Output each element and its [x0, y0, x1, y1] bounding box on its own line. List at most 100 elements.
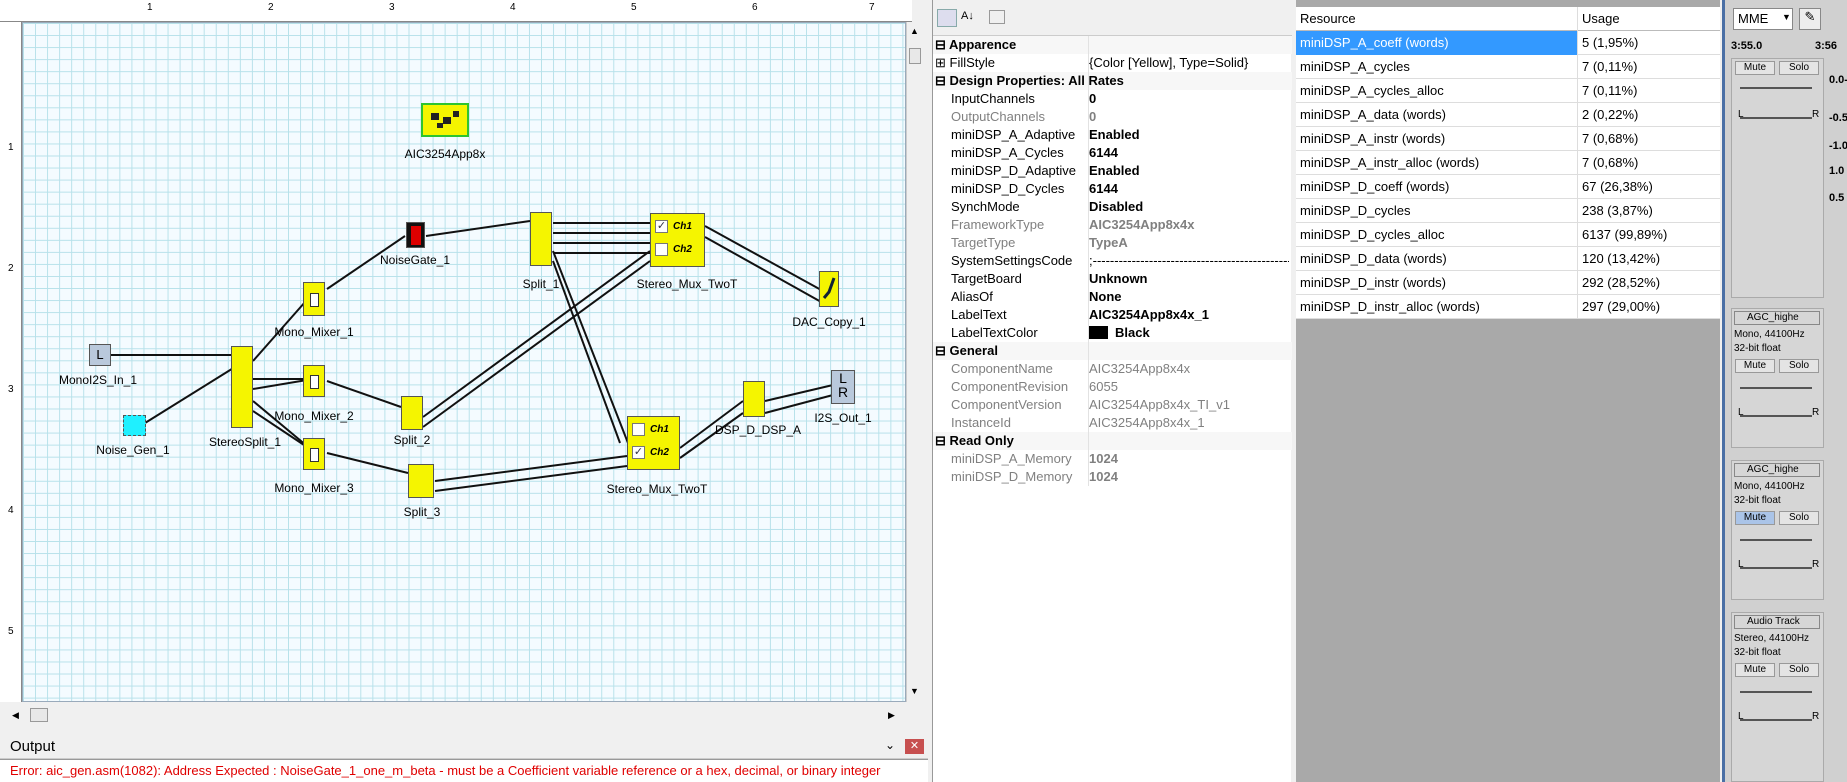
table-row[interactable]: miniDSP_D_cycles_alloc 6137 (99,89%) [1296, 223, 1720, 247]
scroll-right-icon[interactable]: ▶ [888, 710, 895, 721]
split2-component[interactable] [401, 396, 423, 430]
prop-synchmode[interactable]: SynchMode Disabled [933, 198, 1292, 216]
i2s-out-component[interactable]: L R [831, 370, 855, 404]
table-row[interactable]: miniDSP_A_cycles_alloc 7 (0,11%) [1296, 79, 1720, 103]
header-usage[interactable]: Usage [1578, 7, 1720, 31]
prop-a-cycles[interactable]: miniDSP_A_Cycles 6144 [933, 144, 1292, 162]
prop-aliasof[interactable]: AliasOf None [933, 288, 1292, 306]
mute-button[interactable]: Mute [1735, 511, 1775, 525]
stereo-mux-component[interactable]: ✓ Ch1 Ch2 [650, 213, 705, 267]
scroll-thumb[interactable] [909, 48, 921, 64]
table-row[interactable]: miniDSP_D_data (words) 120 (13,42%) [1296, 247, 1720, 271]
gain-slider[interactable] [1740, 691, 1812, 693]
table-row[interactable]: miniDSP_D_cycles 238 (3,87%) [1296, 199, 1720, 223]
table-row[interactable]: miniDSP_A_instr (words) 7 (0,68%) [1296, 127, 1720, 151]
prop-componentversion[interactable]: ComponentVersion AIC3254App8x4x_TI_v1 [933, 396, 1292, 414]
category-general[interactable]: ⊟ General [933, 342, 1292, 360]
stereo-mux2-component[interactable]: Ch1 ✓ Ch2 [627, 416, 680, 470]
mute-button[interactable]: Mute [1735, 663, 1775, 677]
prop-systemsettings[interactable]: SystemSettingsCode ;---------------------… [933, 252, 1292, 270]
prop-frameworktype[interactable]: FrameworkType AIC3254App8x4x [933, 216, 1292, 234]
mono-mixer3-component[interactable] [303, 438, 325, 470]
prop-fillstyle[interactable]: ⊞ FillStyle {Color [Yellow], Type=Solid} [933, 54, 1292, 72]
dsp-component[interactable] [743, 381, 765, 417]
track-name-button[interactable]: AGC_highe [1734, 311, 1820, 325]
solo-button[interactable]: Solo [1779, 359, 1819, 373]
dac-component[interactable] [819, 271, 839, 307]
table-row[interactable]: miniDSP_A_data (words) 2 (0,22%) [1296, 103, 1720, 127]
host-select[interactable]: MME ▼ [1733, 8, 1793, 30]
mute-button[interactable]: Mute [1735, 359, 1775, 373]
scroll-down-icon[interactable]: ▼ [910, 686, 919, 696]
table-row[interactable]: miniDSP_A_cycles 7 (0,11%) [1296, 55, 1720, 79]
scroll-left-icon[interactable]: ◀ [12, 710, 19, 721]
mono-mixer2-component[interactable] [303, 365, 325, 397]
gain-slider[interactable] [1740, 87, 1812, 89]
ch2-checkbox[interactable]: ✓ [632, 446, 645, 459]
category-readonly[interactable]: ⊟ Read Only [933, 432, 1292, 450]
mic-icon[interactable]: ✎ [1799, 8, 1821, 30]
track-name-button[interactable]: AGC_highe [1734, 463, 1820, 477]
pin-icon[interactable]: ⌄ [885, 738, 895, 752]
scale-label: 0.5 [1829, 192, 1845, 204]
categorized-icon[interactable] [937, 9, 957, 27]
mixer-icon [310, 375, 319, 389]
design-canvas[interactable]: AIC3254App8x NoiseGate_1 Split_1 ✓ Ch1 C… [22, 22, 906, 702]
pan-slider[interactable] [1740, 719, 1812, 721]
mute-button[interactable]: Mute [1735, 61, 1775, 75]
horizontal-scrollbar[interactable]: ◀ ▶ [0, 702, 912, 732]
solo-button[interactable]: Solo [1779, 663, 1819, 677]
table-row[interactable]: miniDSP_D_coeff (words) 67 (26,38%) [1296, 175, 1720, 199]
table-row[interactable]: miniDSP_A_instr_alloc (words) 7 (0,68%) [1296, 151, 1720, 175]
property-pages-icon[interactable] [989, 10, 1005, 24]
prop-labeltext[interactable]: LabelText AIC3254App8x4x_1 [933, 306, 1292, 324]
prop-a-memory[interactable]: miniDSP_A_Memory 1024 [933, 450, 1292, 468]
prop-d-memory[interactable]: miniDSP_D_Memory 1024 [933, 468, 1292, 486]
pan-slider[interactable] [1740, 415, 1812, 417]
pan-slider[interactable] [1740, 567, 1812, 569]
track-name-button[interactable]: Audio Track [1734, 615, 1820, 629]
gain-slider[interactable] [1740, 539, 1812, 541]
pan-r-label: R [1812, 559, 1820, 570]
noisegate-icon [411, 226, 421, 245]
app-component[interactable] [421, 103, 469, 137]
table-row[interactable]: miniDSP_D_instr_alloc (words) 297 (29,00%… [1296, 295, 1720, 319]
noise-gen-component[interactable] [123, 415, 146, 436]
split3-component[interactable] [408, 464, 434, 498]
prop-targettype[interactable]: TargetType TypeA [933, 234, 1292, 252]
mono-mixer1-component[interactable] [303, 282, 325, 316]
ch1-checkbox[interactable]: ✓ [655, 220, 668, 233]
solo-button[interactable]: Solo [1779, 61, 1819, 75]
prop-d-adaptive[interactable]: miniDSP_D_Adaptive Enabled [933, 162, 1292, 180]
pan-r-label: R [1812, 711, 1820, 722]
vertical-scrollbar[interactable]: ▲ ▼ [906, 22, 924, 702]
gain-slider[interactable] [1740, 387, 1812, 389]
table-row[interactable]: miniDSP_D_instr (words) 292 (28,52%) [1296, 271, 1720, 295]
alphabetical-icon[interactable]: A↓ [961, 10, 974, 22]
scroll-up-icon[interactable]: ▲ [910, 26, 919, 36]
prop-labeltextcolor[interactable]: LabelTextColor Black [933, 324, 1292, 342]
prop-instanceid[interactable]: InstanceId AIC3254App8x4x_1 [933, 414, 1292, 432]
ch1-checkbox[interactable] [632, 423, 645, 436]
prop-inputchannels[interactable]: InputChannels 0 [933, 90, 1292, 108]
table-row[interactable]: miniDSP_A_coeff (words) 5 (1,95%) [1296, 31, 1720, 55]
category-design[interactable]: ⊟ Design Properties: All Rates [933, 72, 1292, 90]
close-icon[interactable]: ✕ [905, 739, 924, 754]
output-error: Error: aic_gen.asm(1082): Address Expect… [10, 763, 881, 778]
pan-slider[interactable] [1740, 117, 1812, 119]
prop-componentrevision[interactable]: ComponentRevision 6055 [933, 378, 1292, 396]
category-appearance[interactable]: ⊟ Apparence [933, 36, 1292, 54]
ch2-checkbox[interactable] [655, 243, 668, 256]
stereo-split-component[interactable] [231, 346, 253, 428]
mono-i2s-in-component[interactable]: L [89, 344, 111, 366]
prop-d-cycles[interactable]: miniDSP_D_Cycles 6144 [933, 180, 1292, 198]
prop-targetboard[interactable]: TargetBoard Unknown [933, 270, 1292, 288]
prop-a-adaptive[interactable]: miniDSP_A_Adaptive Enabled [933, 126, 1292, 144]
hscroll-thumb[interactable] [30, 708, 48, 722]
noisegate-component[interactable] [406, 222, 425, 248]
header-resource[interactable]: Resource [1296, 7, 1578, 31]
prop-componentname[interactable]: ComponentName AIC3254App8x4x [933, 360, 1292, 378]
prop-outputchannels[interactable]: OutputChannels 0 [933, 108, 1292, 126]
solo-button[interactable]: Solo [1779, 511, 1819, 525]
split1-component[interactable] [530, 212, 552, 266]
